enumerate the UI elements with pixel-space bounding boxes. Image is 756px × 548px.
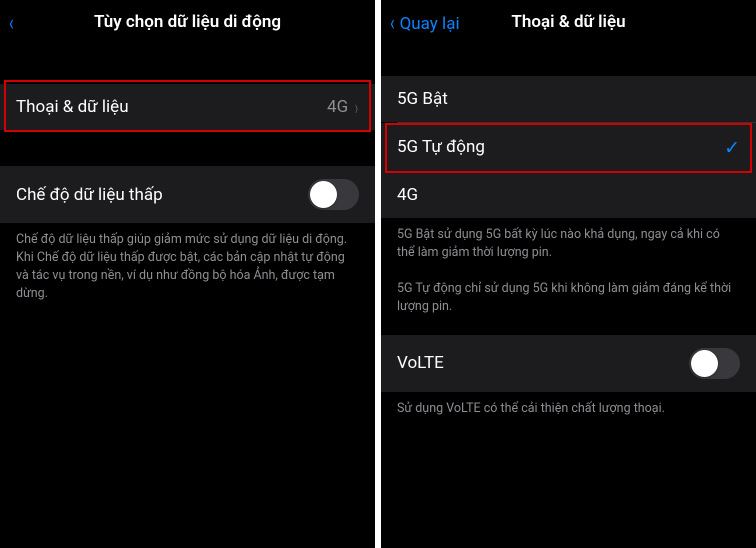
volte-row[interactable]: VoLTE xyxy=(381,335,756,392)
volte-footer: Sử dụng VoLTE có thể cải thiện chất lượn… xyxy=(381,392,756,436)
nav-bar: ‹ Tùy chọn dữ liệu di động xyxy=(0,0,375,48)
back-button[interactable]: ‹ xyxy=(8,13,15,35)
low-data-label: Chế độ dữ liệu thấp xyxy=(16,185,163,205)
voice-data-value: 4G xyxy=(327,97,348,117)
volte-label: VoLTE xyxy=(397,353,444,373)
toggle-knob xyxy=(691,350,718,377)
low-data-footer: Chế độ dữ liệu thấp giúp giảm mức sử dụn… xyxy=(0,223,375,322)
section-spacer xyxy=(381,48,756,76)
page-title: Tùy chọn dữ liệu di động xyxy=(94,12,281,32)
page-title: Thoại & dữ liệu xyxy=(511,12,625,32)
section-spacer xyxy=(0,130,375,166)
nav-bar: ‹ Quay lại Thoại & dữ liệu xyxy=(381,0,756,48)
volte-toggle[interactable] xyxy=(689,348,740,379)
network-footer-1: 5G Bật sử dụng 5G bất kỳ lúc nào khả dụn… xyxy=(381,218,756,280)
option-5g-on[interactable]: 5G Bật xyxy=(381,76,756,122)
option-4g[interactable]: 4G xyxy=(381,172,756,218)
chevron-left-icon: ‹ xyxy=(9,13,14,35)
checkmark-icon: ✓ xyxy=(724,136,740,159)
screen-voice-and-data: ‹ Quay lại Thoại & dữ liệu 5G Bật 5G Tự … xyxy=(381,0,756,548)
section-spacer xyxy=(0,48,375,84)
chevron-right-icon: › xyxy=(355,95,358,120)
low-data-toggle[interactable] xyxy=(308,179,359,210)
toggle-knob xyxy=(310,181,337,208)
voice-data-label: Thoại & dữ liệu xyxy=(16,97,129,117)
option-label: 4G xyxy=(397,185,418,205)
back-button[interactable]: ‹ Quay lại xyxy=(389,13,460,35)
voice-and-data-row[interactable]: Thoại & dữ liệu 4G › xyxy=(0,84,375,130)
voice-data-value-wrap: 4G › xyxy=(327,97,359,117)
low-data-mode-row[interactable]: Chế độ dữ liệu thấp xyxy=(0,166,375,223)
option-5g-auto[interactable]: 5G Tự động ✓ xyxy=(381,123,756,172)
option-label: 5G Tự động xyxy=(397,137,485,157)
chevron-left-icon: ‹ xyxy=(390,13,395,35)
screen-cellular-data-options: ‹ Tùy chọn dữ liệu di động Thoại & dữ li… xyxy=(0,0,375,548)
option-label: 5G Bật xyxy=(397,89,448,109)
network-footer-2: 5G Tự động chỉ sử dụng 5G khi không làm … xyxy=(381,280,756,334)
network-options-group: 5G Bật 5G Tự động ✓ 4G xyxy=(381,76,756,218)
back-label: Quay lại xyxy=(400,14,460,34)
